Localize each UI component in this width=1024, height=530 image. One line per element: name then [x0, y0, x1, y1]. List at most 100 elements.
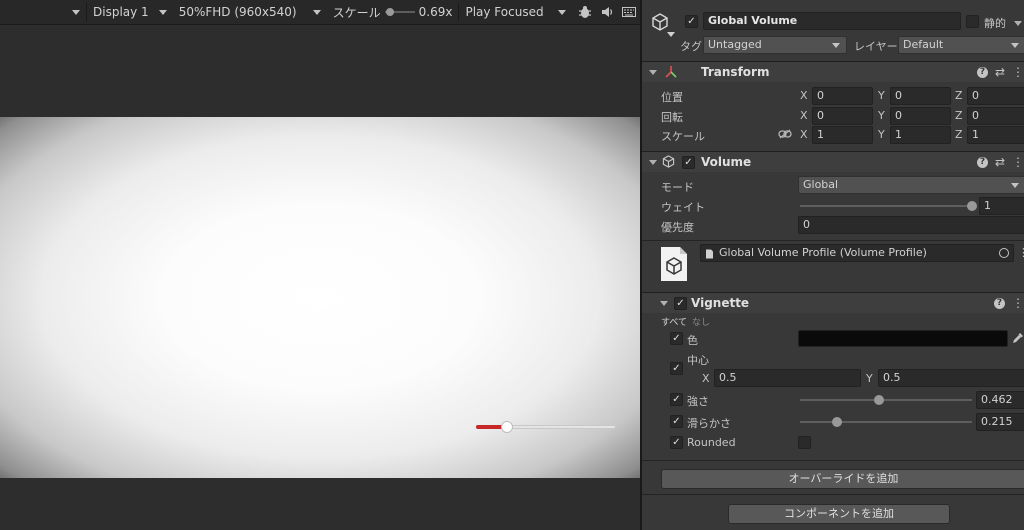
- scale-x-field[interactable]: 1: [812, 126, 873, 144]
- more-menu-icon[interactable]: ⋮: [1012, 296, 1024, 310]
- axis-x-label: X: [800, 89, 808, 102]
- link-scale-icon[interactable]: [778, 129, 792, 142]
- object-picker-icon[interactable]: [999, 248, 1009, 258]
- tag-label: タグ: [680, 40, 702, 53]
- tag-dropdown[interactable]: Untagged: [703, 36, 847, 54]
- smoothness-slider-track[interactable]: [800, 421, 972, 423]
- center-y-axis-label: Y: [866, 372, 873, 385]
- foldout-arrow-icon[interactable]: [649, 160, 657, 165]
- weight-slider-handle[interactable]: [967, 201, 977, 211]
- rounded-label: Rounded: [687, 436, 736, 449]
- priority-label: 優先度: [661, 221, 694, 234]
- color-label: 色: [687, 334, 698, 347]
- volume-header[interactable]: ✓ Volume ? ⇄ ⋮: [642, 151, 1024, 172]
- smoothness-field[interactable]: 0.215: [976, 413, 1024, 431]
- preset-icon[interactable]: ⇄: [995, 155, 1005, 169]
- smoothness-override-checkbox[interactable]: ✓: [670, 415, 683, 428]
- foldout-arrow-icon[interactable]: [660, 301, 668, 306]
- active-checkbox[interactable]: ✓: [685, 15, 698, 28]
- help-icon[interactable]: ?: [976, 156, 988, 168]
- health-bar-handle[interactable]: [500, 421, 513, 433]
- resolution-dropdown[interactable]: 50%FHD (960x540): [175, 0, 329, 24]
- help-icon[interactable]: ?: [976, 66, 988, 78]
- rounded-checkbox[interactable]: [798, 436, 811, 449]
- add-override-button[interactable]: オーバーライドを追加: [661, 469, 1024, 489]
- divider: [642, 494, 1024, 495]
- rotation-x-field[interactable]: 0: [812, 107, 873, 125]
- more-menu-icon[interactable]: ⋮: [1012, 65, 1024, 79]
- rounded-override-checkbox[interactable]: ✓: [670, 436, 683, 449]
- weight-label: ウェイト: [661, 201, 705, 214]
- object-name-field[interactable]: Global Volume: [703, 12, 961, 30]
- center-row: ✓ 中心 X 0.5 Y 0.5: [642, 350, 1024, 388]
- static-dropdown-arrow-icon[interactable]: [1014, 21, 1022, 26]
- rotation-label: 回転: [661, 111, 683, 124]
- display-label: Display 1: [93, 5, 149, 19]
- scale-slider[interactable]: [384, 5, 415, 19]
- profile-row: Global Volume Profile (Volume Profile) ⋮: [642, 244, 1024, 286]
- vignette-enabled-checkbox[interactable]: ✓: [674, 297, 687, 310]
- object-header: ✓ Global Volume 静的: [642, 10, 1024, 37]
- intensity-label: 強さ: [687, 395, 709, 408]
- volume-enabled-checkbox[interactable]: ✓: [682, 156, 695, 169]
- transform-header[interactable]: Transform ? ⇄ ⋮: [642, 61, 1024, 82]
- rotation-z-field[interactable]: 0: [967, 107, 1024, 125]
- more-menu-icon[interactable]: ⋮: [1018, 246, 1024, 259]
- volume-component-icon: [662, 155, 675, 171]
- intensity-override-checkbox[interactable]: ✓: [670, 393, 683, 406]
- static-checkbox[interactable]: [966, 15, 979, 28]
- weight-field[interactable]: 1: [979, 197, 1024, 215]
- scale-y-field[interactable]: 1: [890, 126, 951, 144]
- center-x-field[interactable]: 0.5: [714, 369, 861, 387]
- keyboard-icon[interactable]: [620, 3, 638, 21]
- priority-row: 優先度 0: [642, 216, 1024, 235]
- none-overrides-link[interactable]: なし: [692, 315, 710, 328]
- smoothness-slider-handle[interactable]: [831, 417, 842, 427]
- smoothness-label: 滑らかさ: [687, 417, 731, 430]
- position-x-field[interactable]: 0: [812, 87, 873, 105]
- priority-field[interactable]: 0: [798, 216, 1024, 234]
- color-override-checkbox[interactable]: ✓: [670, 332, 683, 345]
- more-menu-icon[interactable]: ⋮: [1012, 155, 1024, 169]
- intensity-field[interactable]: 0.462: [976, 391, 1024, 409]
- smoothness-row: ✓ 滑らかさ 0.215: [642, 412, 1024, 431]
- volume-profile-asset-icon: [659, 246, 689, 285]
- play-mode-dropdown[interactable]: Play Focused: [461, 0, 573, 24]
- bug-icon[interactable]: [576, 3, 594, 21]
- display-dropdown[interactable]: Display 1: [89, 0, 175, 24]
- foldout-arrow-icon[interactable]: [649, 70, 657, 75]
- layer-dropdown[interactable]: Default: [898, 36, 1024, 54]
- profile-object-field[interactable]: Global Volume Profile (Volume Profile): [700, 244, 1014, 262]
- axis-z-label: Z: [955, 128, 963, 141]
- static-label: 静的: [984, 17, 1006, 30]
- preset-icon[interactable]: ⇄: [995, 65, 1005, 79]
- transform-title: Transform: [701, 65, 770, 79]
- center-override-checkbox[interactable]: ✓: [670, 362, 683, 375]
- weight-slider-track[interactable]: [800, 205, 972, 207]
- all-overrides-link[interactable]: すべて: [661, 315, 687, 328]
- vignette-header[interactable]: ✓ Vignette ? ⋮: [642, 292, 1024, 313]
- profile-value: Global Volume Profile (Volume Profile): [719, 246, 927, 259]
- intensity-row: ✓ 強さ 0.462: [642, 390, 1024, 409]
- position-label: 位置: [661, 91, 683, 104]
- add-component-button[interactable]: コンポーネントを追加: [728, 504, 950, 524]
- intensity-slider-handle[interactable]: [874, 395, 885, 405]
- position-y-field[interactable]: 0: [890, 87, 951, 105]
- override-toggle-row: すべて なし: [642, 314, 1024, 328]
- color-swatch[interactable]: [798, 330, 1008, 347]
- rounded-row: ✓ Rounded: [642, 433, 1024, 452]
- center-y-field[interactable]: 0.5: [878, 369, 1024, 387]
- layer-label: レイヤー: [854, 40, 898, 53]
- scale-z-field[interactable]: 1: [967, 126, 1024, 144]
- game-viewport[interactable]: [0, 117, 640, 478]
- health-bar[interactable]: [476, 421, 616, 433]
- intensity-slider-track[interactable]: [800, 399, 972, 401]
- mode-dropdown[interactable]: Global: [798, 176, 1024, 194]
- eyedropper-icon[interactable]: [1012, 332, 1024, 347]
- rotation-y-field[interactable]: 0: [890, 107, 951, 125]
- scale-row: スケール X 1 Y 1 Z 1: [642, 125, 1024, 144]
- help-icon[interactable]: ?: [994, 297, 1005, 309]
- game-menu-arrow-icon[interactable]: [72, 9, 80, 15]
- position-z-field[interactable]: 0: [967, 87, 1024, 105]
- speaker-icon[interactable]: [598, 3, 616, 21]
